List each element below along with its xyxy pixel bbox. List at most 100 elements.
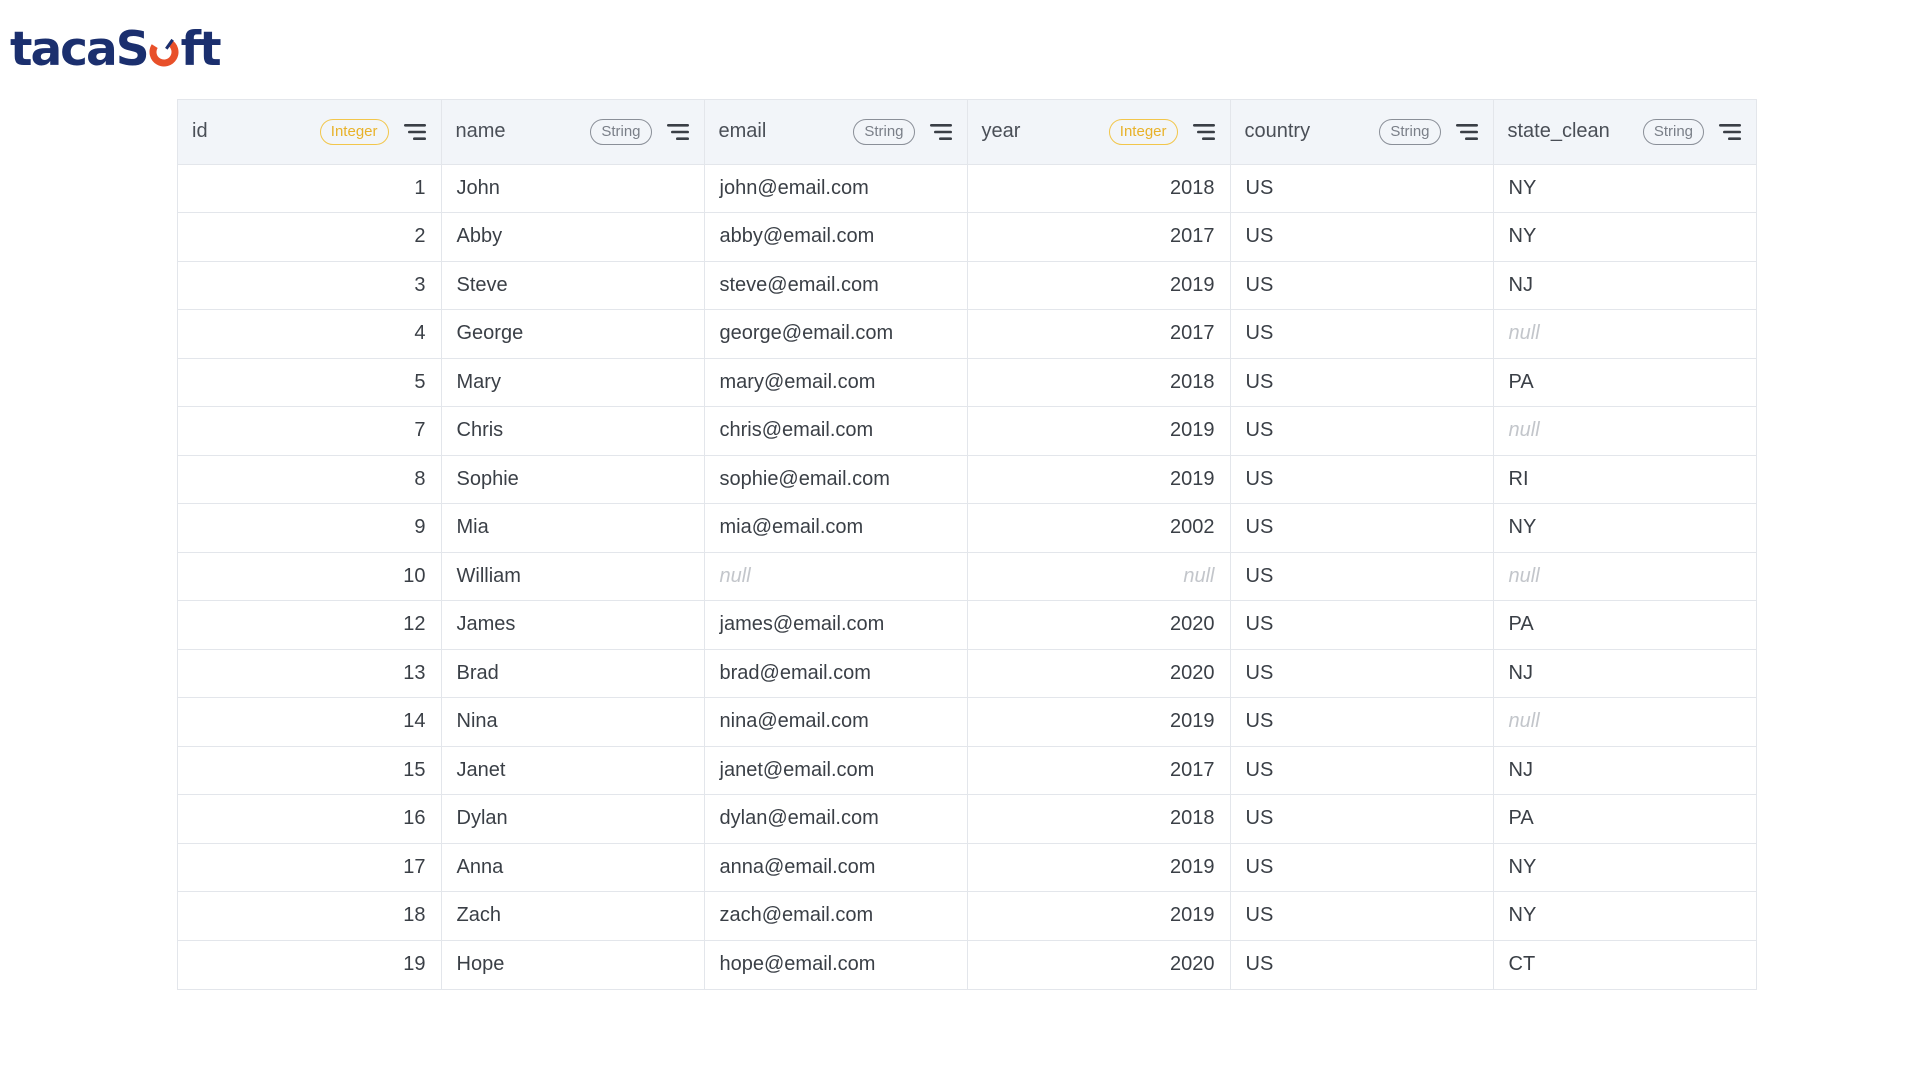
cell-country[interactable]: US xyxy=(1230,358,1494,407)
cell-email[interactable]: brad@email.com xyxy=(704,649,968,698)
cell-name[interactable]: William xyxy=(441,552,705,601)
cell-country[interactable]: US xyxy=(1230,261,1494,310)
column-header-email[interactable]: email String xyxy=(704,100,968,165)
cell-state-clean[interactable]: null xyxy=(1493,309,1756,359)
cell-country[interactable]: US xyxy=(1230,697,1494,747)
cell-state-clean[interactable]: PA xyxy=(1493,600,1756,650)
cell-state-clean[interactable]: null xyxy=(1493,552,1756,601)
cell-id[interactable]: 14 xyxy=(178,697,442,747)
cell-id[interactable]: 16 xyxy=(178,794,442,844)
cell-name[interactable]: Abby xyxy=(441,212,705,262)
cell-name[interactable]: Janet xyxy=(441,746,705,795)
sort-filter-icon[interactable] xyxy=(1192,122,1216,142)
cell-year[interactable]: 2019 xyxy=(967,455,1231,504)
cell-id[interactable]: 13 xyxy=(178,649,442,698)
cell-state-clean[interactable]: null xyxy=(1493,406,1756,456)
cell-country[interactable]: US xyxy=(1230,503,1494,553)
cell-country[interactable]: US xyxy=(1230,552,1494,601)
cell-year[interactable]: 2020 xyxy=(967,600,1231,650)
cell-name[interactable]: George xyxy=(441,309,705,359)
cell-state-clean[interactable]: NY xyxy=(1493,843,1756,892)
cell-email[interactable]: sophie@email.com xyxy=(704,455,968,504)
cell-country[interactable]: US xyxy=(1230,164,1494,213)
cell-email[interactable]: janet@email.com xyxy=(704,746,968,795)
cell-country[interactable]: US xyxy=(1230,212,1494,262)
cell-id[interactable]: 7 xyxy=(178,406,442,456)
cell-id[interactable]: 3 xyxy=(178,261,442,310)
cell-state-clean[interactable]: NY xyxy=(1493,891,1756,941)
cell-year[interactable]: 2020 xyxy=(967,940,1231,989)
cell-name[interactable]: Hope xyxy=(441,940,705,989)
cell-id[interactable]: 17 xyxy=(178,843,442,892)
cell-year[interactable]: 2019 xyxy=(967,261,1231,310)
cell-email[interactable]: null xyxy=(704,552,968,601)
cell-country[interactable]: US xyxy=(1230,649,1494,698)
cell-email[interactable]: anna@email.com xyxy=(704,843,968,892)
column-header-year[interactable]: year Integer xyxy=(967,100,1231,165)
cell-country[interactable]: US xyxy=(1230,746,1494,795)
cell-country[interactable]: US xyxy=(1230,455,1494,504)
cell-id[interactable]: 12 xyxy=(178,600,442,650)
cell-id[interactable]: 4 xyxy=(178,309,442,359)
cell-country[interactable]: US xyxy=(1230,309,1494,359)
cell-state-clean[interactable]: NJ xyxy=(1493,649,1756,698)
cell-name[interactable]: Sophie xyxy=(441,455,705,504)
cell-email[interactable]: dylan@email.com xyxy=(704,794,968,844)
cell-email[interactable]: james@email.com xyxy=(704,600,968,650)
cell-id[interactable]: 18 xyxy=(178,891,442,941)
cell-id[interactable]: 10 xyxy=(178,552,442,601)
cell-year[interactable]: 2017 xyxy=(967,746,1231,795)
column-header-country[interactable]: country String xyxy=(1230,100,1494,165)
cell-state-clean[interactable]: NJ xyxy=(1493,746,1756,795)
cell-year[interactable]: null xyxy=(967,552,1231,601)
cell-year[interactable]: 2017 xyxy=(967,309,1231,359)
cell-name[interactable]: Steve xyxy=(441,261,705,310)
cell-email[interactable]: abby@email.com xyxy=(704,212,968,262)
cell-country[interactable]: US xyxy=(1230,940,1494,989)
cell-country[interactable]: US xyxy=(1230,794,1494,844)
cell-name[interactable]: Mary xyxy=(441,358,705,407)
cell-year[interactable]: 2018 xyxy=(967,794,1231,844)
cell-id[interactable]: 8 xyxy=(178,455,442,504)
cell-id[interactable]: 15 xyxy=(178,746,442,795)
cell-name[interactable]: Nina xyxy=(441,697,705,747)
cell-email[interactable]: mary@email.com xyxy=(704,358,968,407)
cell-id[interactable]: 2 xyxy=(178,212,442,262)
cell-id[interactable]: 9 xyxy=(178,503,442,553)
cell-name[interactable]: Zach xyxy=(441,891,705,941)
cell-name[interactable]: Mia xyxy=(441,503,705,553)
cell-name[interactable]: Anna xyxy=(441,843,705,892)
cell-state-clean[interactable]: PA xyxy=(1493,358,1756,407)
cell-state-clean[interactable]: RI xyxy=(1493,455,1756,504)
column-header-id[interactable]: id Integer xyxy=(178,100,442,165)
cell-email[interactable]: zach@email.com xyxy=(704,891,968,941)
cell-year[interactable]: 2019 xyxy=(967,697,1231,747)
cell-state-clean[interactable]: PA xyxy=(1493,794,1756,844)
cell-email[interactable]: nina@email.com xyxy=(704,697,968,747)
cell-year[interactable]: 2002 xyxy=(967,503,1231,553)
sort-filter-icon[interactable] xyxy=(666,122,690,142)
cell-year[interactable]: 2020 xyxy=(967,649,1231,698)
sort-filter-icon[interactable] xyxy=(1455,122,1479,142)
column-header-state-clean[interactable]: state_clean String xyxy=(1493,100,1756,165)
cell-email[interactable]: steve@email.com xyxy=(704,261,968,310)
cell-email[interactable]: george@email.com xyxy=(704,309,968,359)
cell-country[interactable]: US xyxy=(1230,406,1494,456)
cell-id[interactable]: 5 xyxy=(178,358,442,407)
sort-filter-icon[interactable] xyxy=(929,122,953,142)
cell-email[interactable]: mia@email.com xyxy=(704,503,968,553)
cell-state-clean[interactable]: null xyxy=(1493,697,1756,747)
cell-name[interactable]: John xyxy=(441,164,705,213)
column-header-name[interactable]: name String xyxy=(441,100,705,165)
cell-year[interactable]: 2018 xyxy=(967,358,1231,407)
cell-email[interactable]: john@email.com xyxy=(704,164,968,213)
cell-state-clean[interactable]: NY xyxy=(1493,164,1756,213)
sort-filter-icon[interactable] xyxy=(403,122,427,142)
cell-name[interactable]: Brad xyxy=(441,649,705,698)
cell-country[interactable]: US xyxy=(1230,600,1494,650)
cell-year[interactable]: 2018 xyxy=(967,164,1231,213)
sort-filter-icon[interactable] xyxy=(1718,122,1742,142)
cell-year[interactable]: 2019 xyxy=(967,843,1231,892)
cell-country[interactable]: US xyxy=(1230,891,1494,941)
cell-state-clean[interactable]: NJ xyxy=(1493,261,1756,310)
